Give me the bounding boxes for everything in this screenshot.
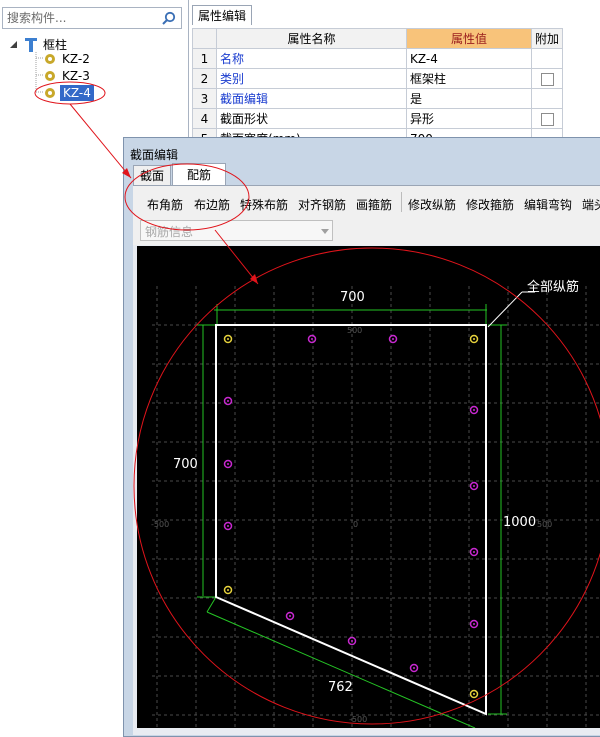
search-button[interactable] bbox=[157, 8, 181, 28]
callout-all-longitudinal-rebar: 全部纵筋 bbox=[527, 279, 579, 295]
rebar-center bbox=[473, 623, 475, 625]
tree-item-kz2[interactable]: KZ-2 bbox=[44, 51, 164, 67]
property-value[interactable]: KZ-4 bbox=[406, 48, 532, 69]
component-gear-icon bbox=[45, 88, 55, 98]
table-row[interactable]: 2 类别 框架柱 bbox=[192, 68, 564, 89]
tab-rebar[interactable]: 配筋 bbox=[172, 163, 226, 185]
extra-checkbox[interactable] bbox=[540, 112, 554, 126]
grid-label-center: 0 bbox=[353, 520, 358, 529]
end-button[interactable]: 端头 bbox=[582, 196, 600, 213]
property-name: 截面形状 bbox=[216, 108, 407, 129]
extra-cell bbox=[530, 88, 564, 109]
rebar-info-select[interactable]: 钢筋信息 bbox=[140, 220, 333, 241]
tree-item-kz4[interactable]: KZ-4 bbox=[44, 85, 164, 101]
property-table: 属性名称 属性值 附加 1 名称 KZ-4 2 类别 框架柱 3 截面编辑 是 … bbox=[192, 28, 564, 149]
rebar-center bbox=[392, 338, 394, 340]
expand-triangle-icon[interactable] bbox=[10, 41, 20, 49]
rebar-center bbox=[473, 485, 475, 487]
grid-label-bottom: -500 bbox=[349, 715, 367, 724]
table-row[interactable]: 3 截面编辑 是 bbox=[192, 88, 564, 109]
draw-stirrup-button[interactable]: 画箍筋 bbox=[356, 196, 392, 213]
section-drawing-canvas[interactable]: 500 -500 0 500 -500 700 700 1000 762 全部纵… bbox=[137, 246, 600, 728]
rebar-center bbox=[351, 640, 353, 642]
rebar-center bbox=[311, 338, 313, 340]
special-rebar-button[interactable]: 特殊布筋 bbox=[240, 196, 288, 213]
dim-label-right: 1000 bbox=[503, 515, 536, 530]
rebar-center bbox=[473, 551, 475, 553]
toolbar-divider bbox=[401, 192, 402, 212]
rownum-header bbox=[192, 28, 217, 49]
component-gear-icon bbox=[45, 54, 55, 64]
grid-label-left: -500 bbox=[151, 520, 169, 529]
value-column-header: 属性值 bbox=[406, 28, 532, 49]
search-box bbox=[2, 7, 182, 29]
tree-item-kz3[interactable]: KZ-3 bbox=[44, 68, 164, 84]
property-value[interactable]: 是 bbox=[406, 88, 532, 109]
row-number: 1 bbox=[192, 48, 217, 69]
rebar-center bbox=[413, 667, 415, 669]
edge-rebar-button[interactable]: 布边筋 bbox=[194, 196, 230, 213]
tree-item-label: KZ-2 bbox=[62, 52, 90, 66]
name-column-header: 属性名称 bbox=[216, 28, 407, 49]
component-gear-icon bbox=[45, 71, 55, 81]
row-number: 2 bbox=[192, 68, 217, 89]
extra-checkbox[interactable] bbox=[540, 72, 554, 86]
tab-property-edit[interactable]: 属性编辑 bbox=[192, 5, 252, 25]
property-name: 截面编辑 bbox=[216, 88, 407, 109]
chevron-down-icon bbox=[321, 229, 329, 234]
modify-stirrup-button[interactable]: 修改箍筋 bbox=[466, 196, 514, 213]
rebar-center bbox=[227, 400, 229, 402]
property-value[interactable]: 异形 bbox=[406, 108, 532, 129]
tree-item-label-selected: KZ-4 bbox=[60, 85, 94, 101]
rebar-center bbox=[227, 589, 229, 591]
property-name: 名称 bbox=[216, 48, 407, 69]
corner-rebar-button[interactable]: 布角筋 bbox=[147, 196, 183, 213]
align-rebar-button[interactable]: 对齐钢筋 bbox=[298, 196, 346, 213]
dim-label-left: 700 bbox=[173, 457, 198, 472]
property-value[interactable]: 框架柱 bbox=[406, 68, 532, 89]
modify-longitudinal-button[interactable]: 修改纵筋 bbox=[408, 196, 456, 213]
rebar-info-label: 钢筋信息 bbox=[145, 225, 194, 239]
search-input[interactable] bbox=[3, 8, 161, 28]
tab-section[interactable]: 截面 bbox=[133, 165, 171, 185]
row-number: 3 bbox=[192, 88, 217, 109]
canvas-background bbox=[137, 246, 600, 728]
edit-hook-button[interactable]: 编辑弯钩 bbox=[524, 196, 572, 213]
extra-cell bbox=[530, 108, 564, 129]
column-folder-icon bbox=[25, 38, 37, 52]
rebar-center bbox=[473, 693, 475, 695]
grid-label-right: 500 bbox=[537, 520, 552, 529]
extra-cell bbox=[530, 48, 564, 69]
dim-label-bottom: 762 bbox=[328, 680, 353, 695]
grid-label-top: 500 bbox=[347, 326, 362, 335]
search-icon bbox=[162, 11, 176, 25]
rebar-center bbox=[227, 338, 229, 340]
rebar-center bbox=[289, 615, 291, 617]
dialog-title: 截面编辑 bbox=[130, 148, 179, 162]
rebar-center bbox=[227, 463, 229, 465]
table-header-row: 属性名称 属性值 附加 bbox=[192, 28, 564, 49]
rebar-center bbox=[227, 525, 229, 527]
tree-item-label: KZ-3 bbox=[62, 69, 90, 83]
rebar-center bbox=[473, 338, 475, 340]
row-number: 4 bbox=[192, 108, 217, 129]
table-row[interactable]: 4 截面形状 异形 bbox=[192, 108, 564, 129]
rebar-toolbar: 布角筋 布边筋 特殊布筋 对齐钢筋 画箍筋 修改纵筋 修改箍筋 编辑弯钩 端头 bbox=[133, 185, 600, 216]
extra-column-header: 附加 bbox=[530, 28, 564, 49]
extra-cell bbox=[530, 68, 564, 89]
table-row[interactable]: 1 名称 KZ-4 bbox=[192, 48, 564, 69]
property-name: 类别 bbox=[216, 68, 407, 89]
rebar-center bbox=[473, 409, 475, 411]
dim-label-top: 700 bbox=[340, 290, 365, 305]
